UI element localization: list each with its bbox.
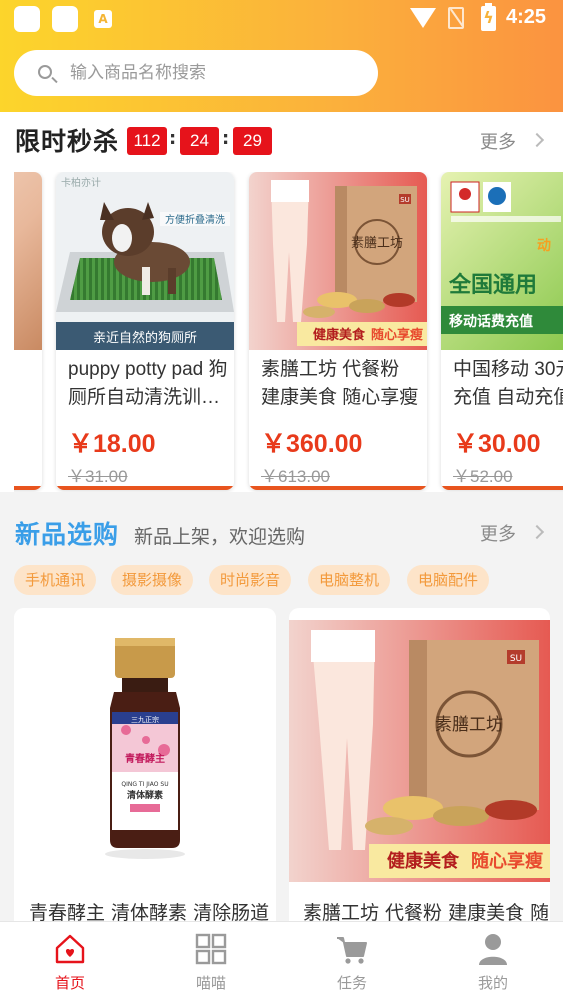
image-caption: 健康美食	[387, 850, 460, 872]
image-watermark: 卡柏亦计	[61, 176, 101, 189]
product-image: 三九正宗 青春酵主 QING TI JIAO SU 清体酵素	[14, 608, 276, 898]
product-image: 素膳工坊 SU 健康美食 随心享瘦	[289, 620, 550, 882]
meal-powder-image: 素膳工坊 SU 健康美食 随心享瘦	[249, 172, 427, 350]
product-original-price: ￥31.00	[68, 467, 128, 486]
bottle-label: 清体酵素	[127, 789, 163, 801]
product-name: 素膳工坊 代餐粉 建康美食 随心享瘦	[261, 359, 419, 408]
image-caption: 随心享瘦	[471, 850, 543, 872]
search-input[interactable]	[70, 58, 360, 88]
new-arrivals-subtitle: 新品上架，欢迎选购	[134, 526, 306, 548]
product-image: 方便折叠清洗 卡柏亦计 亲近自然的狗厕所	[56, 172, 234, 350]
nav-label: 喵喵	[195, 974, 226, 992]
category-chip[interactable]: 摄影摄像	[111, 565, 194, 595]
image-caption: 随心享瘦	[371, 327, 423, 343]
card-bottom-bar	[249, 486, 427, 490]
card-bottom-bar	[14, 486, 42, 490]
product-name: 中国移动 30元话费充值 自动充值	[453, 359, 563, 408]
dog-potty-image: 方便折叠清洗 卡柏亦计 亲近自然的狗厕所	[56, 172, 234, 350]
category-chip[interactable]: 电脑整机	[308, 565, 391, 595]
card-bottom-bar	[441, 486, 563, 490]
battery-icon	[481, 3, 496, 31]
cart-icon	[337, 937, 367, 964]
new-arrivals-title: 新品选购	[15, 520, 120, 549]
notification-icon	[52, 6, 78, 32]
image-caption: 动	[537, 237, 551, 254]
card-bottom-bar	[56, 486, 234, 490]
nav-label: 任务	[336, 974, 367, 992]
product-price: ￥360.00	[261, 430, 363, 458]
flash-sale-carousel[interactable]: 方便折叠清洗 卡柏亦计 亲近自然的狗厕所 puppy potty pad 狗厕所…	[14, 172, 563, 492]
product-original-price: ￥613.00	[261, 467, 330, 486]
meal-powder-image: 素膳工坊 SU 健康美食 随心享瘦	[289, 620, 550, 882]
product-image: 全国通用 移动话费充值 动	[441, 172, 563, 350]
status-bar: A 4:25	[0, 0, 563, 40]
search-bar[interactable]	[14, 50, 378, 96]
product-name: puppy potty pad 狗厕所自动清洗训练宠物用品	[68, 359, 228, 408]
product-image	[14, 172, 42, 350]
image-caption: 移动话费充值	[449, 313, 533, 330]
chevron-right-icon[interactable]	[529, 524, 545, 540]
nav-item-mine[interactable]: 我的	[423, 922, 563, 1000]
enzyme-bottle-image: 三九正宗 青春酵主 QING TI JIAO SU 清体酵素	[105, 638, 185, 859]
category-chip[interactable]: 电脑配件	[407, 565, 490, 595]
product-price: ￥18.00	[68, 430, 156, 458]
countdown-separator: :	[169, 128, 177, 149]
image-caption: 亲近自然的狗厕所	[93, 330, 197, 346]
flash-sale-card[interactable]: 方便折叠清洗 卡柏亦计 亲近自然的狗厕所 puppy potty pad 狗厕所…	[56, 172, 234, 490]
countdown-hours: 112	[127, 127, 167, 155]
search-icon	[38, 65, 52, 79]
countdown-seconds: 29	[233, 127, 272, 155]
bottom-navigation: 首页 喵喵 任务 我的	[0, 921, 563, 1000]
grid-icon	[195, 933, 227, 965]
mobile-topup-image: 全国通用 移动话费充值 动	[441, 172, 563, 350]
countdown-minutes: 24	[180, 127, 219, 155]
flash-sale-title: 限时秒杀	[15, 127, 120, 156]
status-time: 4:25	[506, 6, 547, 28]
countdown-separator: :	[222, 128, 230, 149]
product-image: 素膳工坊 SU 健康美食 随心享瘦	[249, 172, 427, 350]
nav-label: 首页	[54, 974, 85, 992]
nav-item-tasks[interactable]: 任务	[282, 922, 422, 1000]
image-caption: 全国通用	[448, 272, 537, 298]
product-card[interactable]: 三九正宗 青春酵主 QING TI JIAO SU 清体酵素 青春酵主 清体酵素…	[14, 608, 276, 938]
image-caption: 健康美食	[313, 327, 366, 343]
nav-item-home[interactable]: 首页	[0, 922, 140, 1000]
brand-text: 素膳工坊	[435, 715, 503, 735]
keyboard-icon: A	[94, 10, 112, 28]
product-original-price: ￥52.00	[453, 467, 513, 486]
home-icon	[55, 934, 85, 964]
flash-sale-card[interactable]: 素膳工坊 SU 健康美食 随心享瘦 素膳工坊 代餐粉 建康美食 随心享瘦 ￥36…	[249, 172, 427, 490]
brand-logo-text: SU	[510, 654, 522, 664]
brand-logo-text: SU	[400, 196, 410, 204]
nav-label: 我的	[477, 974, 508, 992]
category-chip[interactable]: 手机通讯	[14, 565, 97, 595]
category-chip[interactable]: 时尚影音	[209, 565, 292, 595]
wifi-icon	[410, 8, 436, 28]
no-sim-icon	[448, 7, 464, 29]
svg-text:三九正宗: 三九正宗	[131, 715, 159, 724]
notification-icon	[14, 6, 40, 32]
product-card[interactable]: 素膳工坊 SU 健康美食 随心享瘦 素膳工坊 代餐粉 建康美食 随心享瘦	[289, 608, 550, 938]
new-arrivals-more-link[interactable]: 更多	[480, 520, 516, 546]
brand-text: 素膳工坊	[351, 235, 403, 251]
bottle-label: 青春酵主	[125, 752, 165, 765]
nav-item-miaomiao[interactable]: 喵喵	[141, 922, 281, 1000]
user-icon	[479, 934, 507, 965]
image-caption: 方便折叠清洗	[165, 213, 225, 226]
flash-sale-card[interactable]	[14, 172, 42, 490]
bottle-label: QING TI JIAO SU	[121, 781, 168, 788]
product-price: ￥30.00	[453, 430, 541, 458]
flash-sale-card[interactable]: 全国通用 移动话费充值 动 中国移动 30元话费充值 自动充值 ￥30.00 ￥…	[441, 172, 563, 490]
flash-sale-more-link[interactable]: 更多	[480, 128, 516, 154]
